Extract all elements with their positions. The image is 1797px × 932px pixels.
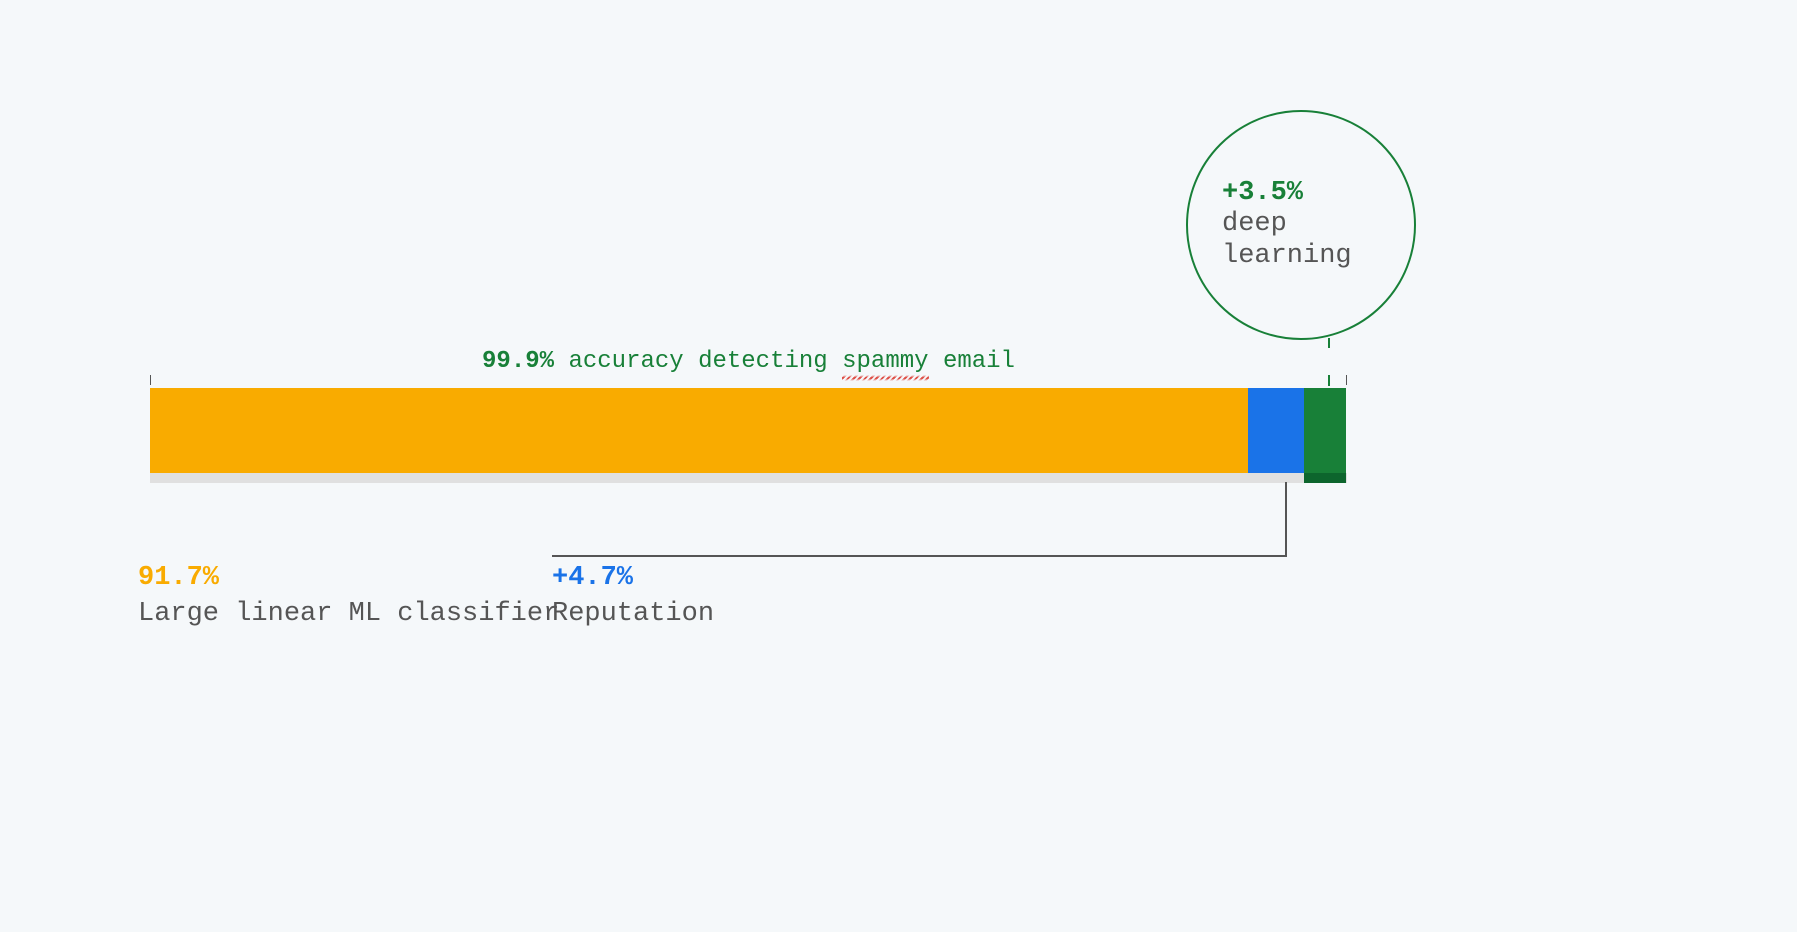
segment-deep-learning	[1304, 388, 1346, 473]
stacked-bar-chart	[150, 388, 1347, 483]
callout-label-1: deep	[1222, 208, 1414, 240]
label-linear-classifier: 91.7% Large linear ML classifier	[138, 560, 559, 633]
title-squiggle-word: spammy	[842, 348, 928, 375]
bar-track	[150, 388, 1347, 483]
segment-reputation	[1248, 388, 1304, 473]
chart-title: 99.9% accuracy detecting spammy email	[150, 348, 1347, 375]
yellow-percentage: 91.7%	[138, 560, 559, 596]
title-percentage: 99.9%	[482, 348, 554, 375]
bottom-connector-line	[552, 555, 1286, 557]
label-reputation: +4.7% Reputation	[552, 560, 714, 633]
segment-linear-classifier	[150, 388, 1248, 473]
callout-percentage: +3.5%	[1222, 178, 1414, 208]
title-text-before: accuracy detecting	[568, 348, 827, 375]
blue-description: Reputation	[552, 596, 714, 632]
deep-learning-callout: +3.5% deep learning	[1186, 110, 1416, 340]
title-text-after: email	[943, 348, 1015, 375]
callout-label-2: learning	[1222, 240, 1414, 272]
yellow-description: Large linear ML classifier	[138, 596, 559, 632]
blue-percentage: +4.7%	[552, 560, 714, 596]
callout-connector-blue	[1285, 482, 1287, 557]
